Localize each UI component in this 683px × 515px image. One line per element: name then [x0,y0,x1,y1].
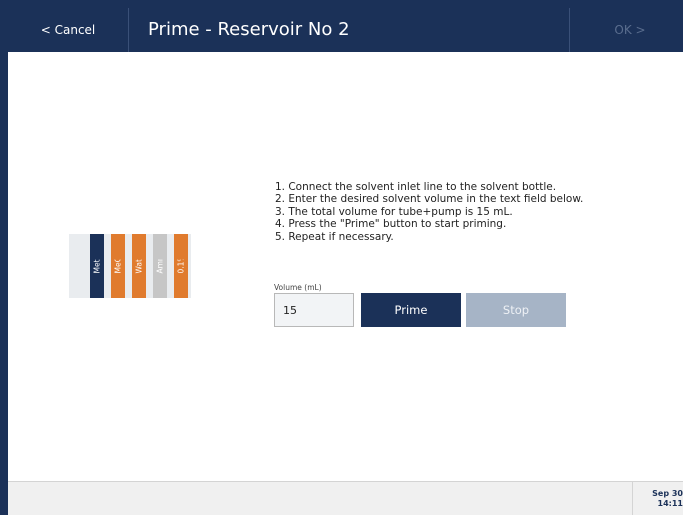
status-bar: Sep 30 14:11 [8,481,683,515]
reservoir-selector: Methanol (... MeOH/ H2O ... Water (H2O) … [69,234,191,298]
reservoir-label: MeOH/ H2O ... [114,259,123,273]
volume-label: Volume (mL) [274,283,322,292]
reservoir-label: Water (H2O) [135,259,144,273]
header-bar: < Cancel Prime - Reservoir No 2 OK > [8,8,683,52]
instruction-item: 5. Repeat if necessary. [275,230,394,243]
instruction-item: 2. Enter the desired solvent volume in t… [275,193,584,206]
reservoir-3[interactable]: Water (H2O) [132,234,146,298]
header-divider [128,8,129,52]
date-time-display: Sep 30 14:11 [652,489,683,509]
prime-button[interactable]: Prime [361,293,461,327]
cancel-button[interactable]: < Cancel [8,8,128,52]
reservoir-1[interactable]: Methanol (... [90,234,104,298]
reservoir-5[interactable]: 0.1% Formic... [174,234,188,298]
date-text: Sep 30 [652,489,683,498]
footer-divider [632,482,633,515]
instruction-item: 3. The total volume for tube+pump is 15 … [275,205,513,218]
reservoir-4[interactable]: Ammonium ... [153,234,167,298]
ok-button[interactable]: OK > [569,8,683,52]
stop-button[interactable]: Stop [466,293,566,327]
main-window: < Cancel Prime - Reservoir No 2 OK > Met… [8,8,683,515]
reservoir-label: Methanol (... [93,259,102,273]
volume-input[interactable] [274,293,354,327]
reservoir-label: Ammonium ... [156,259,165,273]
reservoir-label: 0.1% Formic... [177,259,186,273]
instructions-list: 1. Connect the solvent inlet line to the… [275,181,583,243]
time-text: 14:11 [657,499,683,508]
reservoir-2[interactable]: MeOH/ H2O ... [111,234,125,298]
instruction-item: 4. Press the "Prime" button to start pri… [275,218,507,231]
instruction-item: 1. Connect the solvent inlet line to the… [275,181,557,193]
page-title: Prime - Reservoir No 2 [148,19,350,40]
